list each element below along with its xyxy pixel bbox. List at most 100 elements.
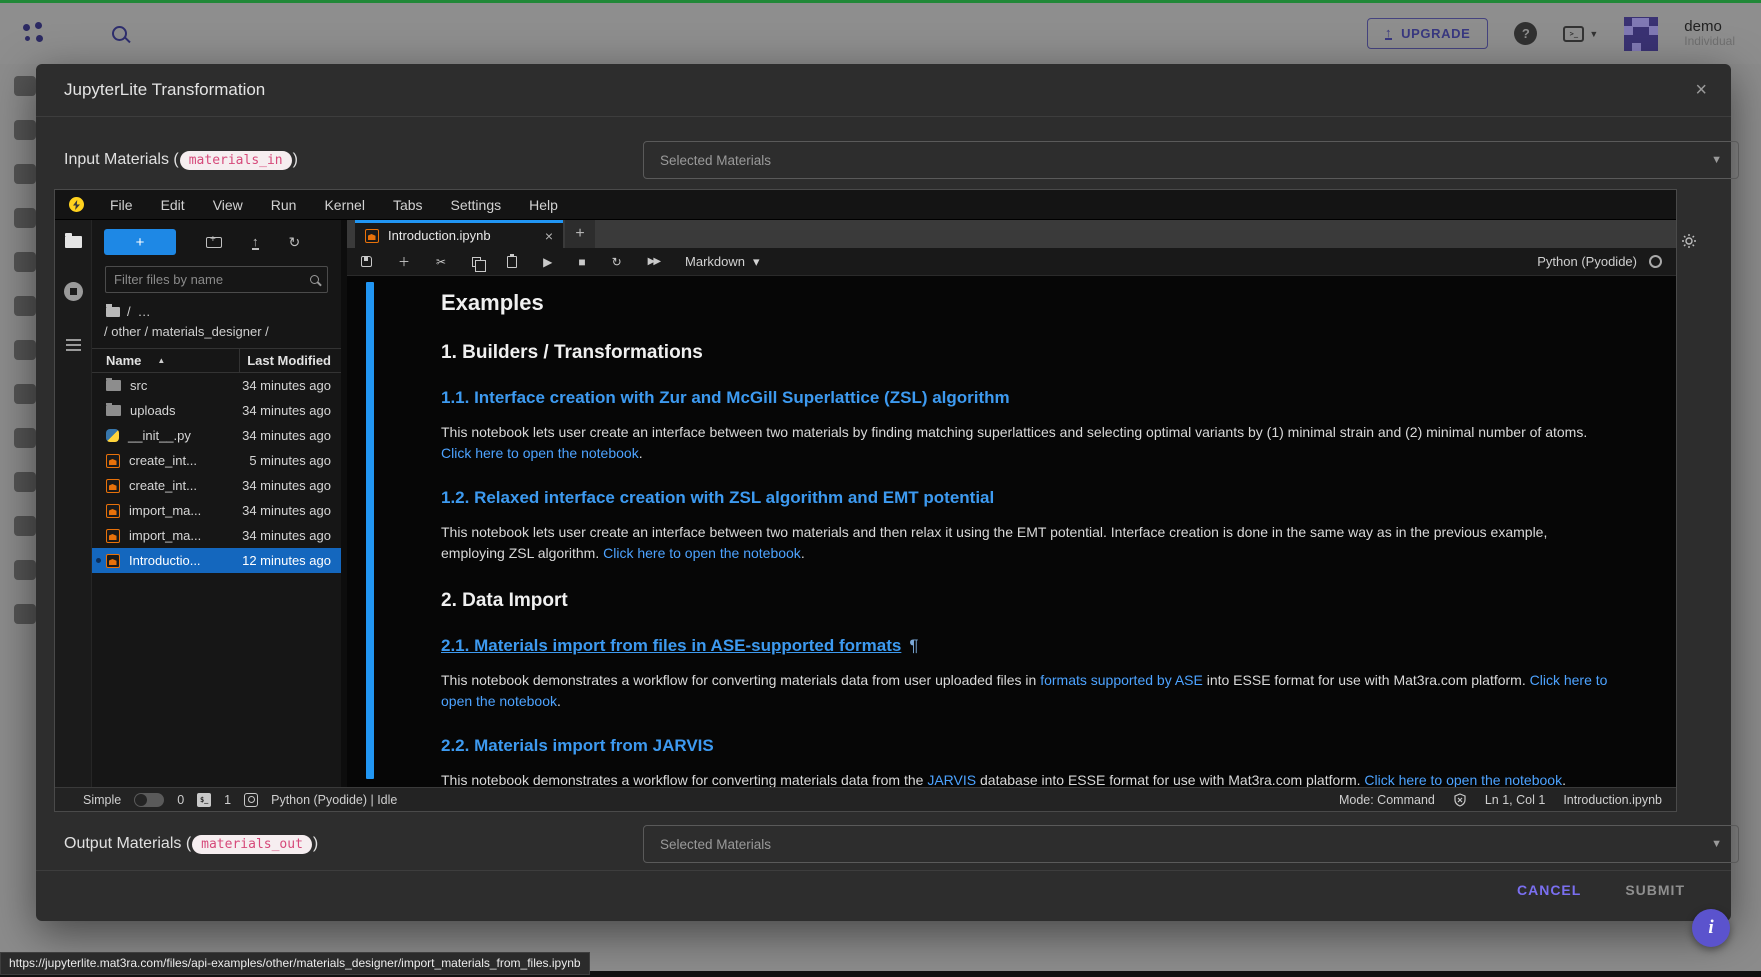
kernels-count[interactable]: 1 — [224, 793, 231, 807]
paragraph-1-1: This notebook lets user create an interf… — [441, 422, 1611, 464]
menu-run[interactable]: Run — [257, 190, 311, 220]
file-row[interactable]: src 34 minutes ago — [92, 373, 341, 398]
user-avatar[interactable] — [1624, 17, 1658, 51]
search-icon[interactable] — [112, 26, 127, 41]
file-name: uploads — [130, 403, 176, 418]
notebook-content[interactable]: Examples 1. Builders / Transformations 1… — [347, 276, 1676, 787]
tab-introduction-ipynb[interactable]: Introduction.ipynb × — [355, 220, 563, 248]
input-selected-materials-select[interactable]: Selected Materials ▼ — [643, 141, 1739, 179]
heading-builders: 1. Builders / Transformations — [441, 342, 1611, 364]
column-last-modified[interactable]: Last Modified — [247, 353, 331, 368]
file-row[interactable]: __init__.py 34 minutes ago — [92, 423, 341, 448]
file-row[interactable]: create_int... 5 minutes ago — [92, 448, 341, 473]
mat3ra-logo-icon[interactable] — [22, 22, 46, 46]
stop-icon[interactable]: ■ — [578, 256, 585, 268]
kernel-status-icon[interactable] — [1649, 255, 1662, 268]
heading-link-text[interactable]: 1.2. Relaxed interface creation with ZSL… — [441, 488, 994, 507]
terminals-count[interactable]: 0 — [177, 793, 184, 807]
new-folder-icon[interactable] — [206, 237, 222, 248]
breadcrumb-ellipsis[interactable]: … — [138, 304, 151, 319]
cursor-position[interactable]: Ln 1, Col 1 — [1485, 793, 1545, 807]
running-sessions-icon[interactable] — [64, 282, 83, 301]
anchor-pilcrow-icon[interactable]: ¶ — [909, 636, 918, 655]
notebook-file-icon — [365, 229, 379, 243]
sort-ascending-icon: ▲ — [157, 356, 165, 365]
column-name[interactable]: Name ▲ — [106, 353, 165, 368]
jupyterlab-panel: File Edit View Run Kernel Tabs Settings … — [54, 189, 1677, 812]
mode-indicator[interactable]: Mode: Command — [1339, 793, 1435, 807]
heading-link-2-1[interactable]: 2.1. Materials import from files in ASE-… — [441, 636, 1611, 656]
heading-link-1-2[interactable]: 1.2. Relaxed interface creation with ZSL… — [441, 488, 1611, 508]
user-block[interactable]: demo Individual — [1684, 18, 1735, 49]
jupyter-body: + ↑ ↻ / … / other / materials_designer / — [55, 220, 1676, 787]
submit-button[interactable]: SUBMIT — [1625, 882, 1685, 898]
heading-link-2-2[interactable]: 2.2. Materials import from JARVIS — [441, 736, 1611, 756]
heading-link-text[interactable]: 2.1. Materials import from files in ASE-… — [441, 636, 901, 655]
open-notebook-link[interactable]: Click here to open the notebook — [441, 445, 639, 461]
filter-files-input[interactable] — [114, 272, 310, 287]
simple-mode-toggle[interactable] — [134, 793, 164, 807]
cancel-button[interactable]: CANCEL — [1517, 882, 1581, 898]
save-icon[interactable] — [361, 256, 372, 267]
menu-edit[interactable]: Edit — [147, 190, 199, 220]
filter-files-field[interactable] — [105, 266, 328, 293]
refresh-icon[interactable]: ↻ — [289, 235, 301, 249]
home-folder-icon[interactable] — [106, 307, 120, 317]
settings-gear-icon[interactable] — [1680, 232, 1698, 255]
close-icon[interactable]: × — [545, 228, 553, 244]
heading-link-1-1[interactable]: 1.1. Interface creation with Zur and McG… — [441, 388, 1611, 408]
kernel-status-text[interactable]: Python (Pyodide) | Idle — [271, 793, 397, 807]
console-menu[interactable]: >_ ▼ — [1563, 26, 1598, 42]
output-label-prefix: Output Materials ( — [64, 835, 191, 853]
menu-help[interactable]: Help — [515, 190, 572, 220]
breadcrumb[interactable]: / … — [106, 304, 341, 319]
jarvis-link[interactable]: JARVIS — [927, 772, 976, 787]
breadcrumb-path[interactable]: / other / materials_designer / — [104, 324, 341, 339]
menu-settings[interactable]: Settings — [437, 190, 516, 220]
cell-type-select[interactable]: Markdown ▾ — [685, 254, 760, 270]
file-browser-icon[interactable] — [65, 236, 82, 248]
heading-link-text[interactable]: 1.1. Interface creation with Zur and McG… — [441, 388, 1010, 407]
file-row[interactable]: create_int... 34 minutes ago — [92, 473, 341, 498]
close-icon[interactable]: × — [1695, 79, 1707, 102]
table-of-contents-icon[interactable] — [66, 339, 81, 341]
menu-kernel[interactable]: Kernel — [310, 190, 378, 220]
active-file-name[interactable]: Introduction.ipynb — [1563, 793, 1662, 807]
paste-icon[interactable] — [507, 256, 517, 268]
info-fab-button[interactable]: i — [1692, 909, 1730, 947]
help-icon[interactable]: ? — [1514, 22, 1537, 45]
menu-tabs[interactable]: Tabs — [379, 190, 437, 220]
file-row[interactable]: import_ma... 34 minutes ago — [92, 498, 341, 523]
new-launcher-button[interactable]: + — [104, 229, 176, 255]
menu-view[interactable]: View — [199, 190, 257, 220]
file-row[interactable]: uploads 34 minutes ago — [92, 398, 341, 423]
divider — [36, 116, 1731, 117]
menu-file[interactable]: File — [96, 190, 147, 220]
open-file-dot — [96, 558, 101, 563]
jupyter-menubar: File Edit View Run Kernel Tabs Settings … — [55, 190, 1676, 220]
new-tab-button[interactable]: + — [565, 220, 595, 248]
file-row-selected[interactable]: Introductio... 12 minutes ago — [92, 548, 341, 573]
run-icon[interactable]: ▶ — [543, 256, 552, 268]
output-selected-materials-select[interactable]: Selected Materials ▼ — [643, 825, 1739, 863]
kernel-name[interactable]: Python (Pyodide) — [1537, 254, 1637, 269]
ase-formats-link[interactable]: formats supported by ASE — [1040, 672, 1203, 688]
open-notebook-link[interactable]: Click here to open the notebook — [603, 545, 801, 561]
cell-type-value: Markdown — [685, 254, 745, 269]
heading-link-text[interactable]: 2.2. Materials import from JARVIS — [441, 736, 714, 755]
file-row[interactable]: import_ma... 34 minutes ago — [92, 523, 341, 548]
text: . — [557, 693, 561, 709]
text: . — [801, 545, 805, 561]
upgrade-button[interactable]: ↑ UPGRADE — [1367, 18, 1488, 49]
upload-icon[interactable]: ↑ — [252, 235, 259, 250]
text: This notebook demonstrates a workflow fo… — [441, 672, 1040, 688]
output-label-paren: ) — [313, 835, 318, 853]
cut-icon[interactable]: ✂ — [436, 256, 446, 268]
jupyterlite-transformation-dialog: JupyterLite Transformation × Input Mater… — [36, 64, 1731, 921]
restart-kernel-icon[interactable]: ↻ — [612, 256, 622, 268]
open-notebook-link[interactable]: Click here to open the notebook — [1364, 772, 1562, 787]
copy-icon[interactable] — [472, 257, 481, 267]
restart-run-all-icon[interactable]: ▶▶ — [648, 257, 659, 267]
insert-cell-icon[interactable]: ＋ — [398, 256, 410, 268]
file-modified: 34 minutes ago — [242, 428, 331, 443]
